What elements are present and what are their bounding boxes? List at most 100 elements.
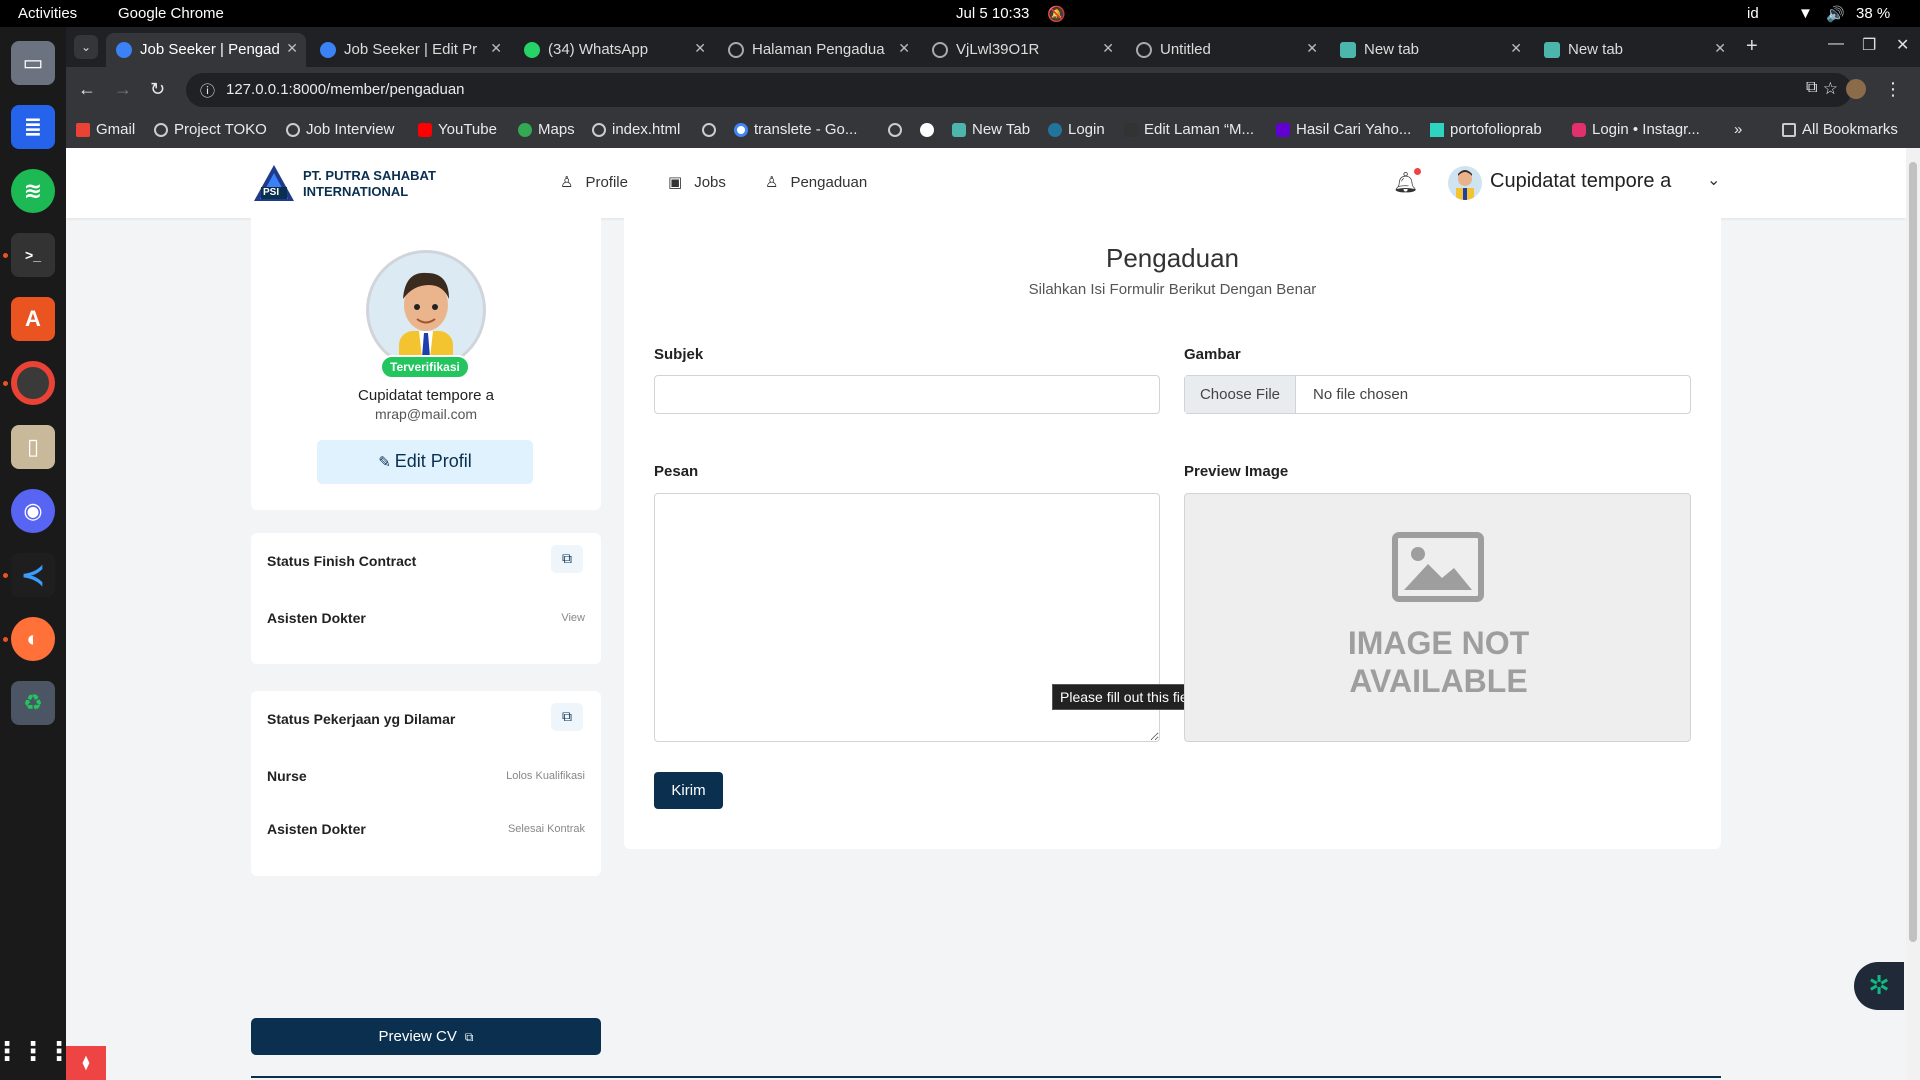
- close-icon[interactable]: ✕: [1714, 40, 1726, 57]
- bookmark-maps[interactable]: Maps: [518, 121, 575, 138]
- extensions-icon[interactable]: ⧉: [1806, 79, 1817, 97]
- tab-new-tab-1[interactable]: New tab ✕: [1330, 33, 1530, 67]
- running-indicator: [3, 637, 8, 642]
- bookmark-portofolio[interactable]: portofolioprab: [1430, 121, 1542, 138]
- profile-name: Cupidatat tempore a: [358, 387, 494, 404]
- terminal-icon[interactable]: >_: [11, 233, 55, 277]
- tab-halaman-pengaduan[interactable]: Halaman Pengadua ✕: [718, 33, 918, 67]
- nav-profile[interactable]: ♙ Profile: [560, 173, 628, 191]
- nav-jobs[interactable]: ▣ Jobs: [668, 173, 726, 191]
- app-dock: ▭ ≣ ≋ >_ A ▯ ◉ ≺ ◐ ♻ ⋮⋮⋮: [0, 27, 72, 1080]
- applied-jobs-card: Status Pekerjaan yg Dilamar ⧉ Nurse Lolo…: [251, 691, 601, 876]
- back-icon[interactable]: ←: [78, 79, 96, 100]
- profile-avatar-icon[interactable]: [1846, 79, 1866, 99]
- edit-profile-button[interactable]: ✎ Edit Profil: [317, 440, 533, 484]
- youtube-icon: [418, 123, 432, 137]
- tab-new-tab-2[interactable]: New tab ✕: [1534, 33, 1734, 67]
- navbar-user-name[interactable]: Cupidatat tempore a: [1490, 170, 1671, 193]
- debug-toolbar-icon[interactable]: ⧫: [66, 1046, 106, 1080]
- close-icon[interactable]: ✕: [1510, 40, 1522, 57]
- image-file-input[interactable]: Choose File No file chosen: [1184, 375, 1691, 414]
- external-link-icon[interactable]: ⧉: [551, 545, 583, 573]
- external-link-icon[interactable]: ⧉: [551, 703, 583, 731]
- all-bookmarks-button[interactable]: All Bookmarks: [1782, 121, 1898, 138]
- writer-icon[interactable]: ≣: [11, 105, 55, 149]
- external-link-icon: ⧉: [464, 1030, 474, 1044]
- chrome-icon[interactable]: [11, 361, 55, 405]
- bookmark-job-interview[interactable]: Job Interview: [286, 121, 394, 138]
- close-icon[interactable]: ✕: [286, 40, 298, 57]
- clock[interactable]: Jul 5 10:33: [956, 5, 1029, 22]
- subject-input[interactable]: [654, 375, 1160, 414]
- menu-icon[interactable]: ⋮: [1884, 79, 1902, 100]
- active-app-label[interactable]: Google Chrome: [118, 5, 224, 22]
- minimize-icon[interactable]: —: [1828, 35, 1844, 53]
- bookmark-project-toko[interactable]: Project TOKO: [154, 121, 267, 138]
- form-title: Pengaduan: [1105, 243, 1240, 273]
- maps-icon: [518, 123, 532, 137]
- archive-icon[interactable]: ▯: [11, 425, 55, 469]
- scrollbar-thumb[interactable]: [1909, 162, 1917, 942]
- firefox-icon[interactable]: ◐: [11, 617, 55, 661]
- applied-job-name: Asisten Dokter: [267, 821, 366, 837]
- chat-assistant-icon[interactable]: ✲: [1854, 962, 1904, 1010]
- gmail-icon: [76, 123, 90, 137]
- files-icon[interactable]: ▭: [11, 41, 55, 85]
- tab-untitled[interactable]: Untitled ✕: [1126, 33, 1326, 67]
- tab-whatsapp[interactable]: (34) WhatsApp ✕: [514, 33, 714, 67]
- tab-vjlwl[interactable]: VjLwl39O1R ✕: [922, 33, 1122, 67]
- discord-icon[interactable]: ◉: [11, 489, 55, 533]
- app-center-icon[interactable]: A: [11, 297, 55, 341]
- bookmark-translete[interactable]: translete - Go...: [734, 121, 857, 138]
- nav-pengaduan[interactable]: ♙ Pengaduan: [765, 173, 867, 191]
- address-bar[interactable]: ⓘ 127.0.0.1:8000/member/pengaduan ☆: [186, 73, 1852, 107]
- reload-icon[interactable]: ↻: [150, 79, 165, 100]
- site-navbar: PSI PT. PUTRA SAHABAT INTERNATIONAL ♙ Pro…: [66, 148, 1906, 218]
- spotify-icon[interactable]: ≋: [11, 169, 55, 213]
- bookmark-index-html[interactable]: index.html: [592, 121, 680, 138]
- bookmark-youtube[interactable]: YouTube: [418, 121, 497, 138]
- close-icon[interactable]: ✕: [898, 40, 910, 57]
- show-apps-icon[interactable]: ⋮⋮⋮: [0, 1029, 72, 1073]
- submit-button[interactable]: Kirim: [654, 772, 723, 809]
- tab-job-seeker-edit[interactable]: Job Seeker | Edit Pr ✕: [310, 33, 510, 67]
- trash-icon[interactable]: ♻: [11, 681, 55, 725]
- close-icon[interactable]: ✕: [694, 40, 706, 57]
- close-icon[interactable]: ✕: [1306, 40, 1318, 57]
- subject-label: Subjek: [654, 346, 704, 363]
- activities-button[interactable]: Activities: [18, 5, 77, 22]
- bookmarks-overflow-button[interactable]: »: [1734, 121, 1742, 138]
- bookmark-star-icon[interactable]: ☆: [1823, 79, 1838, 99]
- web-page: PSI PT. PUTRA SAHABAT INTERNATIONAL ♙ Pro…: [66, 148, 1906, 1080]
- preview-cv-button[interactable]: Preview CV ⧉: [251, 1018, 601, 1055]
- new-tab-button[interactable]: +: [1746, 35, 1758, 58]
- tab-job-seeker-pengaduan[interactable]: Job Seeker | Pengaduan✕: [106, 33, 306, 67]
- close-icon[interactable]: ✕: [490, 40, 502, 57]
- chevron-down-icon[interactable]: ⌄: [1707, 170, 1720, 190]
- input-language[interactable]: id: [1747, 5, 1759, 22]
- vscode-icon[interactable]: ≺: [11, 553, 55, 597]
- forward-icon[interactable]: →: [114, 79, 132, 100]
- bookmark-gmail[interactable]: Gmail: [76, 121, 135, 138]
- globe-icon: [286, 123, 300, 137]
- site-info-icon[interactable]: ⓘ: [200, 80, 215, 101]
- user-avatar[interactable]: [1448, 166, 1482, 200]
- close-window-icon[interactable]: ✕: [1896, 35, 1909, 55]
- bookmark-edit-laman[interactable]: Edit Laman “M...: [1124, 121, 1254, 138]
- bookmark-yahoo[interactable]: Hasil Cari Yaho...: [1276, 121, 1411, 138]
- bookmark-login[interactable]: Login: [1048, 121, 1105, 138]
- maximize-icon[interactable]: ❐: [1862, 35, 1876, 55]
- tab-search-button[interactable]: ⌄: [74, 35, 98, 59]
- psi-logo[interactable]: PSI: [252, 163, 296, 203]
- choose-file-button[interactable]: Choose File: [1185, 376, 1296, 413]
- battery-indicator[interactable]: 38 %: [1856, 5, 1890, 22]
- verified-badge: Terverifikasi: [380, 355, 470, 379]
- bookmark-instagram[interactable]: Login • Instagr...: [1572, 121, 1700, 138]
- close-icon[interactable]: ✕: [1102, 40, 1114, 57]
- bookmark-new-tab[interactable]: New Tab: [952, 121, 1030, 138]
- finish-contract-card: Status Finish Contract ⧉ Asisten Dokter …: [251, 533, 601, 664]
- finish-contract-view-link[interactable]: View: [561, 612, 585, 624]
- folder-icon: [1782, 123, 1796, 137]
- page-scrollbar[interactable]: [1906, 148, 1920, 1080]
- vercel-icon: [1430, 123, 1444, 137]
